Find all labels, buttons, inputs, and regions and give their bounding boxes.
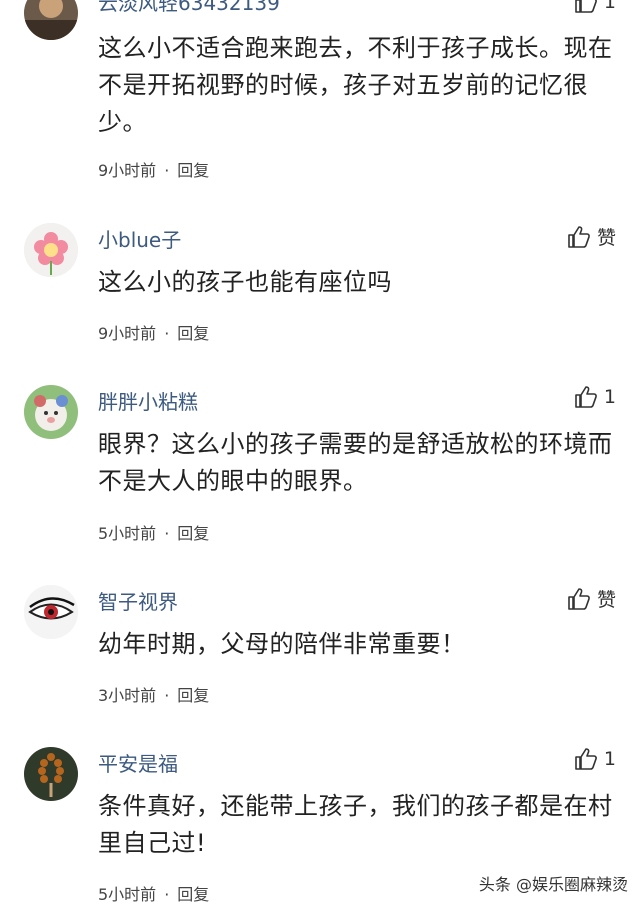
timestamp: 3小时前 <box>98 686 157 705</box>
like-button[interactable]: 1 <box>574 0 616 14</box>
username[interactable]: 小blue子 <box>98 224 181 253</box>
watermark: 头条 @娱乐圈麻辣烫 <box>478 875 628 894</box>
separator-dot: · <box>164 885 170 904</box>
thumbs-up-icon <box>574 0 598 14</box>
comment-meta: 9小时前 · 回复 <box>98 157 209 181</box>
like-count: 1 <box>603 386 616 408</box>
timestamp: 9小时前 <box>98 324 157 343</box>
comment-text: 眼界？这么小的孩子需要的是舒适放松的环境而不是大人的眼中的眼界。 <box>98 430 613 495</box>
comment-meta: 5小时前 · 回复 <box>98 520 209 544</box>
avatar[interactable] <box>24 223 78 277</box>
username[interactable]: 云淡风轻63432139 <box>98 0 280 16</box>
like-button[interactable]: 赞 <box>567 223 616 250</box>
avatar[interactable] <box>24 585 78 639</box>
comment-meta: 9小时前 · 回复 <box>98 320 209 344</box>
like-button[interactable]: 1 <box>574 747 616 771</box>
like-button[interactable]: 1 <box>574 385 616 409</box>
timestamp: 5小时前 <box>98 885 157 904</box>
avatar[interactable] <box>24 385 78 439</box>
like-button[interactable]: 赞 <box>567 585 616 612</box>
comment-text: 这么小的孩子也能有座位吗 <box>98 268 392 296</box>
username[interactable]: 智子视界 <box>98 586 178 615</box>
separator-dot: · <box>164 161 170 180</box>
like-count: 1 <box>603 748 616 770</box>
comment-text: 幼年时期，父母的陪伴非常重要！ <box>98 630 466 658</box>
reply-button[interactable]: 回复 <box>177 686 209 705</box>
username[interactable]: 胖胖小粘糕 <box>98 386 198 415</box>
reply-button[interactable]: 回复 <box>177 161 209 180</box>
like-count: 赞 <box>596 589 616 611</box>
like-count: 1 <box>603 0 616 13</box>
reply-button[interactable]: 回复 <box>177 885 209 904</box>
reply-button[interactable]: 回复 <box>177 324 209 343</box>
comment-text: 条件真好，还能带上孩子，我们的孩子都是在村里自己过! <box>98 792 613 857</box>
thumbs-up-icon <box>567 225 591 249</box>
separator-dot: · <box>164 524 170 543</box>
like-count: 赞 <box>596 227 616 249</box>
username[interactable]: 平安是福 <box>98 748 178 777</box>
comment-meta: 5小时前 · 回复 <box>98 881 209 905</box>
avatar[interactable] <box>24 0 78 40</box>
separator-dot: · <box>164 324 170 343</box>
separator-dot: · <box>164 686 170 705</box>
comment-meta: 3小时前 · 回复 <box>98 682 209 706</box>
thumbs-up-icon <box>574 385 598 409</box>
comment-text: 这么小不适合跑来跑去，不利于孩子成长。现在不是开拓视野的时候，孩子对五岁前的记忆… <box>98 34 613 136</box>
thumbs-up-icon <box>574 747 598 771</box>
reply-button[interactable]: 回复 <box>177 524 209 543</box>
thumbs-up-icon <box>567 587 591 611</box>
timestamp: 9小时前 <box>98 161 157 180</box>
timestamp: 5小时前 <box>98 524 157 543</box>
avatar[interactable] <box>24 747 78 801</box>
